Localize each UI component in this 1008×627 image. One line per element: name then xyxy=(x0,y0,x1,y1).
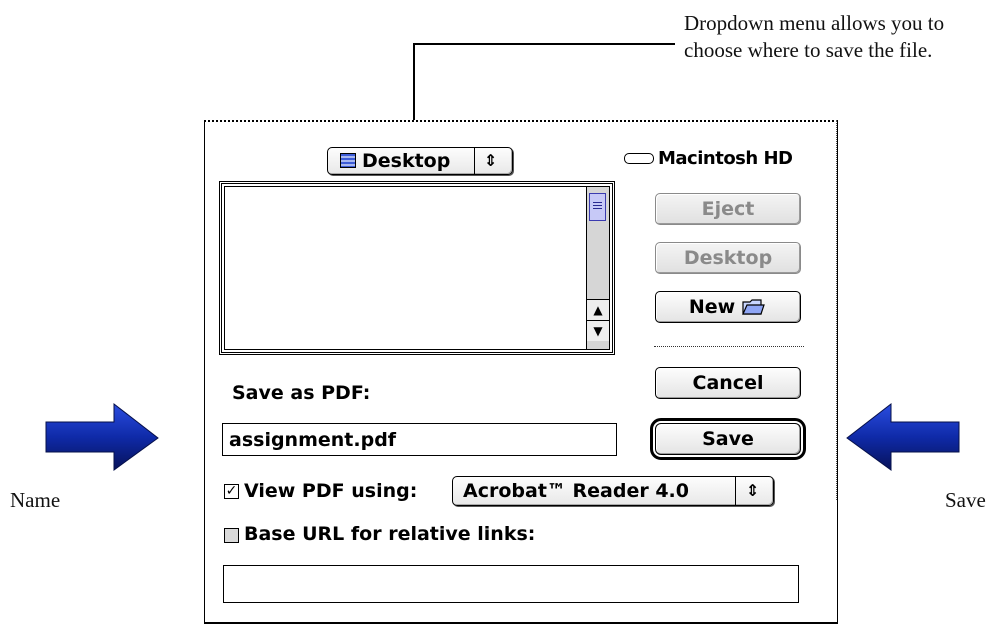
popup-arrows-icon: ⇕ xyxy=(746,481,760,500)
new-folder-button[interactable]: New xyxy=(655,291,801,323)
location-popup-label: Desktop xyxy=(362,150,451,172)
file-list-inner: ▲ ▼ xyxy=(224,186,610,350)
desktop-icon xyxy=(340,153,356,168)
file-list-scrollbar[interactable]: ▲ ▼ xyxy=(586,187,609,349)
dialog-top-border xyxy=(204,120,838,122)
scroll-up-arrow-icon[interactable]: ▲ xyxy=(587,299,609,320)
base-url-label: Base URL for relative links: xyxy=(244,523,536,545)
view-pdf-label: View PDF using: xyxy=(244,480,418,502)
viewer-app-value: Acrobat™ Reader 4.0 xyxy=(463,480,689,502)
right-arrow-icon xyxy=(45,402,159,471)
location-popup[interactable]: Desktop ⇕ xyxy=(327,147,513,175)
file-list[interactable]: ▲ ▼ xyxy=(219,181,615,355)
scroll-down-arrow-icon[interactable]: ▼ xyxy=(587,320,609,341)
desktop-button[interactable]: Desktop xyxy=(655,242,801,274)
new-folder-icon xyxy=(742,299,766,315)
filename-field[interactable]: assignment.pdf xyxy=(222,423,617,456)
dropdown-annotation: Dropdown menu allows you to choose where… xyxy=(684,11,945,62)
save-button[interactable]: Save xyxy=(650,418,806,460)
viewer-app-popup[interactable]: Acrobat™ Reader 4.0 ⇕ xyxy=(452,476,774,506)
left-arrow-icon xyxy=(846,402,960,471)
volume-indicator: Macintosh HD xyxy=(624,148,793,169)
eject-button[interactable]: Eject xyxy=(655,193,801,225)
cancel-button[interactable]: Cancel xyxy=(655,367,801,399)
view-pdf-checkbox[interactable]: ✓ xyxy=(224,484,239,499)
callout-line-horizontal xyxy=(413,43,675,45)
hard-drive-icon xyxy=(624,153,654,164)
scroll-thumb[interactable] xyxy=(589,193,606,221)
save-annotation-label: Save xyxy=(945,488,986,512)
base-url-checkbox[interactable] xyxy=(224,528,239,543)
callout-line-vertical xyxy=(413,43,415,121)
name-label: Name xyxy=(10,488,61,512)
popup-arrows-icon: ⇕ xyxy=(484,151,498,170)
save-as-label: Save as PDF: xyxy=(232,382,371,404)
volume-name: Macintosh HD xyxy=(658,148,793,169)
button-separator xyxy=(654,346,804,347)
dialog-right-edge xyxy=(836,120,841,500)
new-folder-button-label: New xyxy=(688,296,736,318)
base-url-field[interactable] xyxy=(223,565,799,603)
